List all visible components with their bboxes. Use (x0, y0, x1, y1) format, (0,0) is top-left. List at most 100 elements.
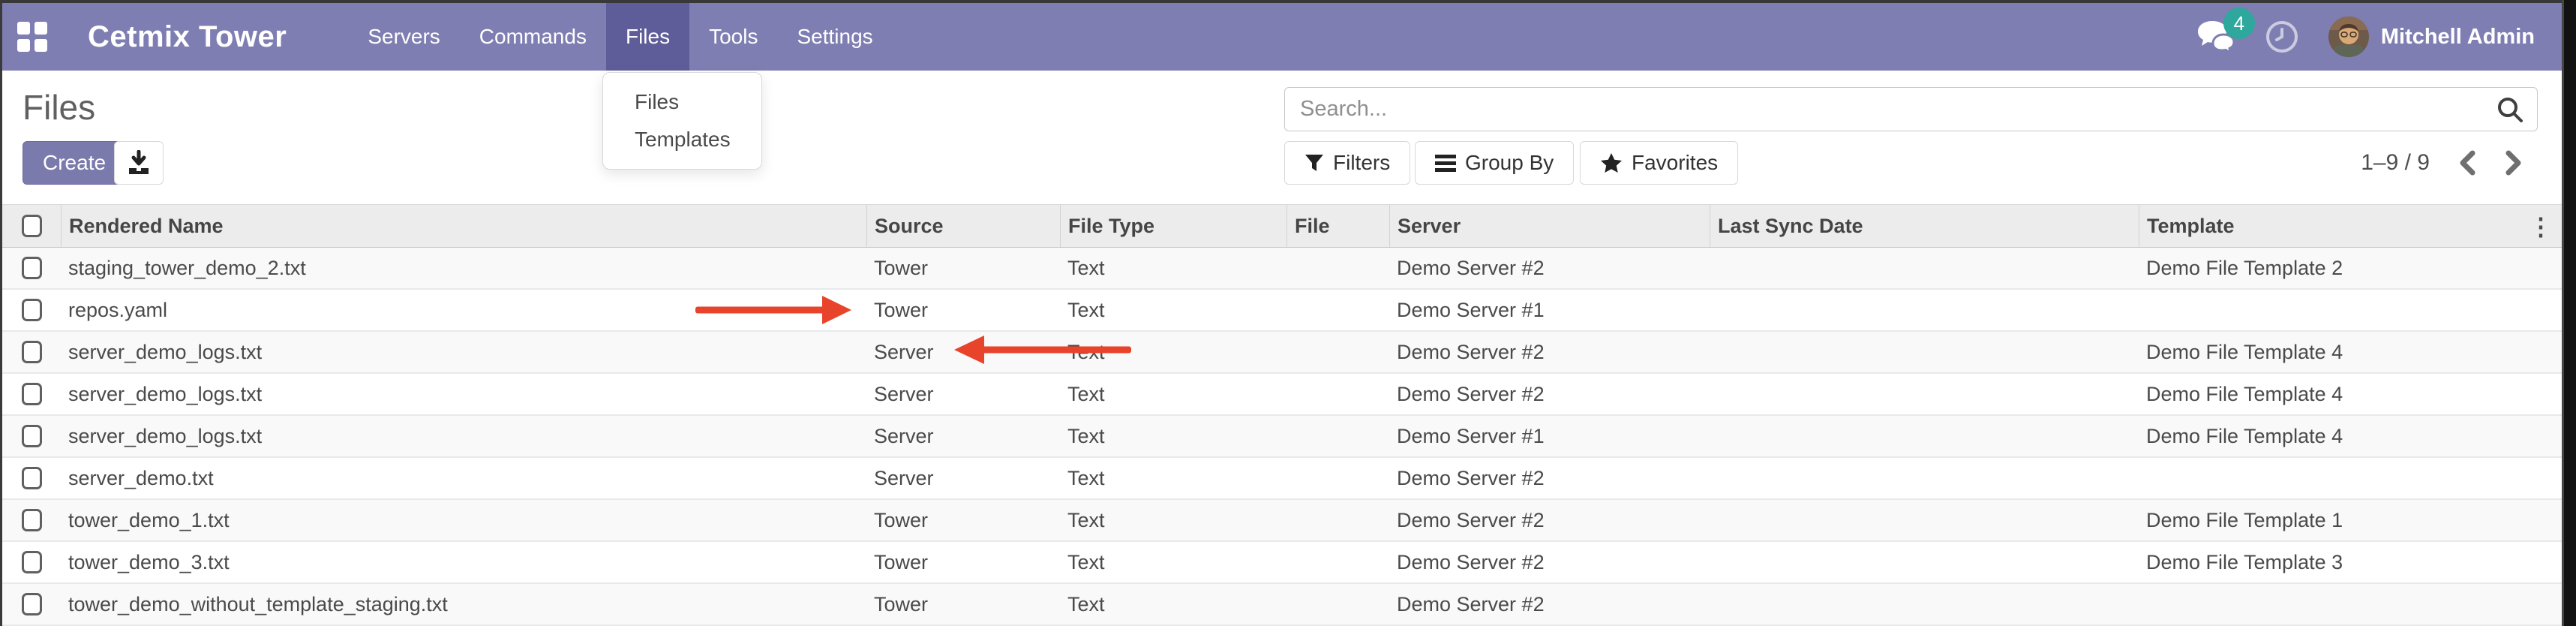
pager-next-button[interactable] (2505, 150, 2523, 176)
cell-rendered-name: server_demo_logs.txt (61, 332, 866, 372)
menu-item-commands[interactable]: Commands (460, 3, 606, 71)
cell-source: Tower (866, 500, 1060, 540)
avatar (2328, 17, 2369, 57)
menu-item-tools[interactable]: Tools (689, 3, 777, 71)
navbar-systray: 4 (2196, 17, 2535, 57)
grid-square (17, 22, 30, 35)
cell-template: Demo File Template 4 (2139, 374, 2562, 414)
column-header-file-type[interactable]: File Type (1060, 205, 1286, 247)
top-navbar: Cetmix Tower Servers Commands Files Tool… (2, 3, 2562, 71)
cell-template (2139, 458, 2562, 498)
filters-button[interactable]: Filters (1284, 141, 1410, 185)
import-button[interactable] (114, 141, 164, 185)
column-header-last-sync-date[interactable]: Last Sync Date (1710, 205, 2139, 247)
activities-button[interactable] (2265, 20, 2298, 53)
cell-source: Tower (866, 248, 1060, 288)
cell-last-sync-date (1710, 374, 2139, 414)
dropdown-item-files[interactable]: Files (603, 83, 761, 121)
cell-last-sync-date (1710, 290, 2139, 330)
row-checkbox[interactable] (22, 425, 42, 447)
cell-last-sync-date (1710, 416, 2139, 456)
menu-item-settings[interactable]: Settings (777, 3, 892, 71)
cell-template (2139, 290, 2562, 330)
row-checkbox-cell (2, 416, 61, 456)
cell-server: Demo Server #2 (1389, 248, 1710, 288)
ellipsis-vertical-icon[interactable]: ⋮ (2529, 205, 2553, 248)
row-checkbox[interactable] (22, 593, 42, 615)
user-name: Mitchell Admin (2381, 25, 2535, 50)
apps-grid-icon[interactable] (17, 22, 47, 52)
cell-file (1286, 248, 1389, 288)
column-header-server[interactable]: Server (1389, 205, 1710, 247)
table-row[interactable]: staging_tower_demo_2.txt Tower Text Demo… (2, 248, 2562, 290)
dropdown-item-templates[interactable]: Templates (603, 121, 761, 158)
pager-previous-button[interactable] (2458, 150, 2476, 176)
table-row[interactable]: tower_demo_1.txt Tower Text Demo Server … (2, 500, 2562, 542)
group-by-button[interactable]: Group By (1415, 141, 1574, 185)
table-body: staging_tower_demo_2.txt Tower Text Demo… (2, 248, 2562, 626)
search-input[interactable] (1284, 87, 2538, 131)
table-row[interactable]: server_demo_logs.txt Server Text Demo Se… (2, 374, 2562, 416)
table-row[interactable]: repos.yaml Tower Text Demo Server #1 (2, 290, 2562, 332)
table-row[interactable]: tower_demo_3.txt Tower Text Demo Server … (2, 542, 2562, 584)
download-icon (126, 150, 152, 176)
messages-button[interactable]: 4 (2196, 20, 2235, 54)
user-menu[interactable]: Mitchell Admin (2328, 17, 2535, 57)
row-checkbox-cell (2, 374, 61, 414)
column-header-rendered-name[interactable]: Rendered Name (61, 205, 866, 247)
window-frame-left (0, 0, 2, 626)
window-frame-right (2562, 0, 2576, 626)
row-checkbox[interactable] (22, 341, 42, 363)
funnel-icon (1305, 153, 1324, 173)
row-checkbox-cell (2, 500, 61, 540)
cell-file-type: Text (1060, 458, 1286, 498)
row-checkbox[interactable] (22, 299, 42, 321)
cell-server: Demo Server #2 (1389, 374, 1710, 414)
row-checkbox[interactable] (22, 551, 42, 573)
cell-server: Demo Server #1 (1389, 416, 1710, 456)
cell-file-type: Text (1060, 416, 1286, 456)
row-checkbox[interactable] (22, 509, 42, 531)
favorites-button[interactable]: Favorites (1580, 141, 1738, 185)
cell-last-sync-date (1710, 458, 2139, 498)
column-header-template[interactable]: Template (2139, 205, 2562, 247)
star-icon (1600, 152, 1623, 173)
cell-file-type: Text (1060, 290, 1286, 330)
search-icon[interactable] (2496, 95, 2524, 124)
cell-file-type: Text (1060, 500, 1286, 540)
table-row[interactable]: server_demo.txt Server Text Demo Server … (2, 458, 2562, 500)
cell-file-type: Text (1060, 584, 1286, 624)
cell-template: Demo File Template 1 (2139, 500, 2562, 540)
cell-server: Demo Server #2 (1389, 332, 1710, 372)
row-checkbox[interactable] (22, 257, 42, 279)
cell-rendered-name: staging_tower_demo_2.txt (61, 248, 866, 288)
window-frame-top (0, 0, 2576, 3)
cell-rendered-name: tower_demo_3.txt (61, 542, 866, 582)
files-list: Rendered Name Source File Type File Serv… (2, 204, 2562, 626)
cell-source: Tower (866, 584, 1060, 624)
cell-source: Tower (866, 542, 1060, 582)
row-checkbox-cell (2, 458, 61, 498)
cell-server: Demo Server #2 (1389, 584, 1710, 624)
menu-item-files[interactable]: Files (606, 3, 689, 71)
row-checkbox[interactable] (22, 383, 42, 405)
cell-template (2139, 584, 2562, 624)
cell-server: Demo Server #1 (1389, 290, 1710, 330)
table-row[interactable]: tower_demo_without_template_staging.txt … (2, 584, 2562, 626)
select-all-checkbox[interactable] (22, 215, 42, 237)
main-menu: Servers Commands Files Tools Settings (348, 3, 892, 71)
cell-last-sync-date (1710, 584, 2139, 624)
cell-rendered-name: server_demo_logs.txt (61, 416, 866, 456)
chevron-left-icon (2458, 150, 2476, 176)
row-checkbox[interactable] (22, 467, 42, 489)
column-header-file[interactable]: File (1286, 205, 1389, 247)
cell-template: Demo File Template 3 (2139, 542, 2562, 582)
cell-rendered-name: tower_demo_1.txt (61, 500, 866, 540)
create-button[interactable]: Create (23, 141, 126, 185)
table-row[interactable]: server_demo_logs.txt Server Text Demo Se… (2, 416, 2562, 458)
column-header-source[interactable]: Source (866, 205, 1060, 247)
messages-count-badge: 4 (2223, 8, 2255, 39)
group-by-label: Group By (1465, 151, 1554, 175)
table-row[interactable]: server_demo_logs.txt Server Text Demo Se… (2, 332, 2562, 374)
menu-item-servers[interactable]: Servers (348, 3, 459, 71)
